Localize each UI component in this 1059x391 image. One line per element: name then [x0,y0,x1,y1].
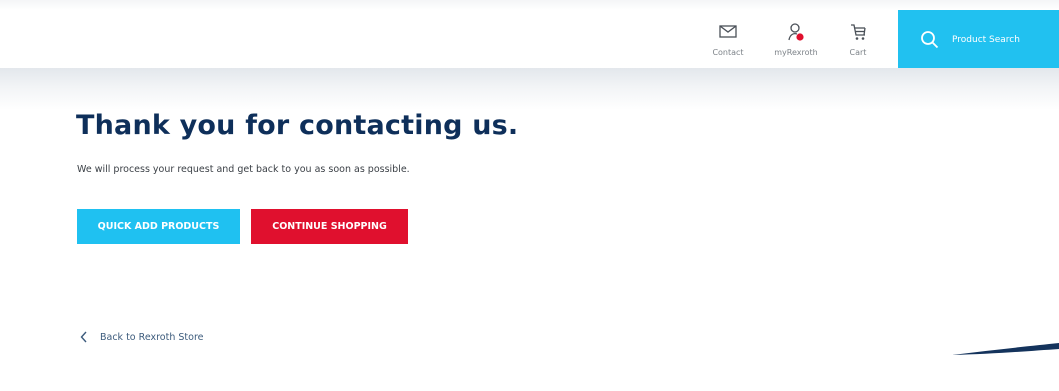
cart-label: Cart [849,48,867,57]
my-account-label: myRexroth [774,48,818,57]
header-top-shade [0,0,1059,10]
contact-nav-item[interactable]: Contact [698,22,758,66]
product-search-label: Product Search [952,34,1020,45]
confirmation-message: We will process your request and get bac… [77,164,410,175]
user-icon [788,23,804,41]
header: Contact myRexroth Cart Product Search [0,0,1059,70]
back-to-store-link[interactable]: Back to Rexroth Store [80,331,204,343]
back-to-store-label: Back to Rexroth Store [100,331,204,343]
my-account-nav-item[interactable]: myRexroth [766,22,826,66]
quick-add-products-button[interactable]: QUICK ADD PRODUCTS [77,209,240,244]
search-icon [921,30,939,48]
contact-label: Contact [712,48,744,57]
product-search-button[interactable]: Product Search [898,10,1059,69]
cart-icon [851,24,866,40]
page: Contact myRexroth Cart Product Search Th… [0,0,1059,391]
envelope-icon [719,25,737,38]
decorative-swoosh [930,343,1059,391]
chevron-left-icon [80,331,87,343]
header-shadow [0,68,1059,110]
page-title: Thank you for contacting us. [76,110,519,141]
cart-nav-item[interactable]: Cart [828,22,888,66]
continue-shopping-button[interactable]: CONTINUE SHOPPING [251,209,408,244]
